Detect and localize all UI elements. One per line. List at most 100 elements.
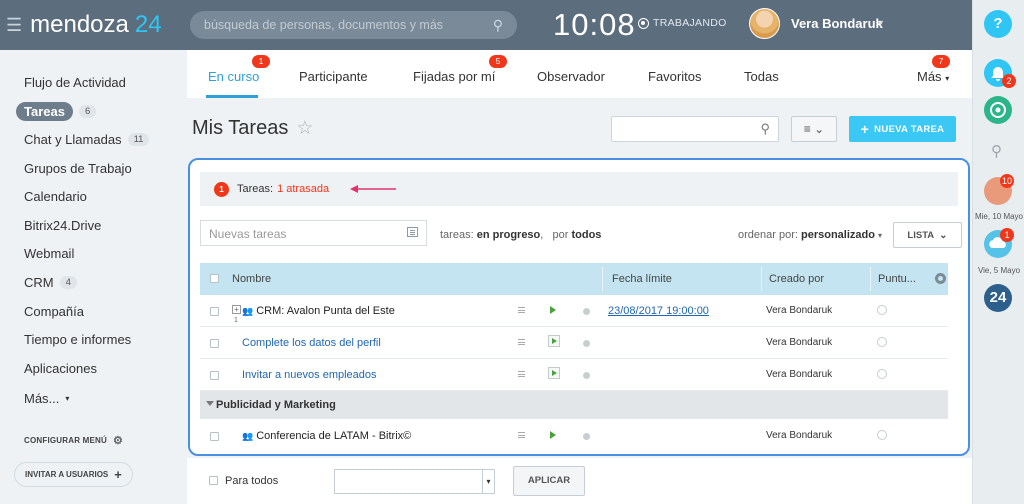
- menu-icon[interactable]: [518, 307, 525, 313]
- play-icon[interactable]: [550, 306, 556, 314]
- column-divider: [602, 267, 603, 291]
- play-icon[interactable]: [548, 367, 560, 379]
- filter-search-input[interactable]: ⚲: [611, 116, 779, 142]
- group-header[interactable]: Publicidad y Marketing: [200, 391, 948, 419]
- clock[interactable]: 10:08: [553, 7, 636, 43]
- sidebar-item-crm[interactable]: CRM 4: [24, 275, 77, 290]
- chevron-down-icon[interactable]: ▾: [482, 470, 494, 493]
- tab-in-progress[interactable]: En curso: [208, 69, 259, 84]
- chevron-down-icon[interactable]: ▼: [876, 18, 885, 28]
- sidebar-item-activity[interactable]: Flujo de Actividad: [24, 75, 126, 90]
- row-checkbox[interactable]: [210, 371, 219, 380]
- search-icon[interactable]: ⚲: [991, 142, 1002, 160]
- search-input[interactable]: búsqueda de personas, documentos y más ⚲: [190, 11, 517, 39]
- play-icon[interactable]: [548, 335, 560, 347]
- expand-icon[interactable]: +: [232, 305, 241, 314]
- chevron-down-icon[interactable]: [206, 401, 214, 406]
- row-checkbox[interactable]: [210, 432, 219, 441]
- sidebar-item-drive[interactable]: Bitrix24.Drive: [24, 218, 101, 233]
- apply-button[interactable]: APLICAR: [513, 466, 585, 496]
- deadline-link[interactable]: 23/08/2017 19:00:00: [608, 305, 709, 317]
- sidebar-item-calendar[interactable]: Calendario: [24, 189, 87, 204]
- top-bar: ☰ mendoza 24 búsqueda de personas, docum…: [0, 0, 972, 50]
- creator-name[interactable]: Vera Bondaruk: [766, 337, 832, 348]
- details-icon[interactable]: [407, 227, 418, 237]
- bitrix24-button[interactable]: 24: [984, 284, 1012, 312]
- for-all-checkbox[interactable]: [209, 476, 218, 485]
- invite-users-button[interactable]: INVITAR A USUARIOS +: [14, 462, 133, 487]
- creator-name[interactable]: Vera Bondaruk: [766, 430, 832, 441]
- sidebar-item-count: 6: [78, 105, 97, 118]
- menu-icon[interactable]: [518, 432, 525, 438]
- table-row[interactable]: + 1 👥 CRM: Avalon Punta del Este 23/08/20…: [200, 295, 948, 327]
- table-row[interactable]: Invitar a nuevos empleados Vera Bondaruk: [200, 359, 948, 391]
- task-name[interactable]: 👥 CRM: Avalon Punta del Este: [242, 305, 395, 317]
- menu-icon[interactable]: [518, 339, 525, 345]
- configure-menu-button[interactable]: CONFIGURAR MENÚ ⚙: [24, 434, 123, 447]
- task-name[interactable]: 👥 Conferencia de LATAM - Bitrix©: [242, 430, 411, 442]
- menu-icon[interactable]: [518, 371, 525, 377]
- tab-all[interactable]: Todas: [744, 69, 779, 84]
- tab-observer[interactable]: Observador: [537, 69, 605, 84]
- logo[interactable]: ☰ mendoza 24: [6, 11, 162, 39]
- tab-more[interactable]: Más ▾: [917, 69, 949, 84]
- help-button[interactable]: ?: [984, 10, 1012, 38]
- work-status[interactable]: TRABAJANDO: [638, 17, 727, 29]
- column-deadline[interactable]: Fecha límite: [612, 273, 672, 285]
- gear-icon[interactable]: [935, 273, 946, 284]
- task-name[interactable]: Complete los datos del perfil: [242, 337, 381, 349]
- search-icon[interactable]: ⚲: [493, 17, 503, 34]
- tab-participant[interactable]: Participante: [299, 69, 368, 84]
- play-icon[interactable]: [550, 431, 556, 439]
- cloud-button[interactable]: 1: [984, 228, 1014, 258]
- creator-name[interactable]: Vera Bondaruk: [766, 305, 832, 316]
- date-label: Mie, 10 Mayo: [974, 212, 1024, 221]
- user-avatar[interactable]: [749, 8, 780, 39]
- row-checkbox[interactable]: [210, 339, 219, 348]
- people-icon: 👥: [242, 431, 254, 441]
- view-mode-button[interactable]: ≡ ⌄: [791, 116, 837, 142]
- list-mode-button[interactable]: LISTA ⌄: [893, 222, 962, 248]
- filter-by-link[interactable]: todos: [571, 229, 601, 241]
- table-row[interactable]: 👥 Conferencia de LATAM - Bitrix© Vera Bon…: [200, 420, 948, 452]
- sidebar-item-applications[interactable]: Aplicaciones: [24, 361, 97, 376]
- search-icon[interactable]: ⚲: [760, 121, 770, 137]
- sidebar-item-webmail[interactable]: Webmail: [24, 246, 74, 261]
- hamburger-icon[interactable]: ☰: [6, 15, 22, 36]
- sidebar-item-time-reports[interactable]: Tiempo e informes: [24, 332, 131, 347]
- score-icon[interactable]: [877, 430, 887, 440]
- overdue-link[interactable]: 1 atrasada: [277, 183, 329, 195]
- score-icon[interactable]: [877, 337, 887, 347]
- sidebar-item-tasks[interactable]: Tareas 6: [16, 102, 97, 121]
- row-checkbox[interactable]: [210, 307, 219, 316]
- open-lines-button[interactable]: [984, 96, 1012, 124]
- new-task-button[interactable]: + NUEVA TAREA: [849, 116, 956, 142]
- column-score[interactable]: Puntu...: [878, 273, 916, 285]
- action-select[interactable]: ▾: [334, 469, 495, 494]
- status-dot: [583, 308, 590, 315]
- date-label: Vie, 5 Mayo: [977, 266, 1021, 275]
- score-icon[interactable]: [877, 369, 887, 379]
- user-name[interactable]: Vera Bondaruk: [791, 16, 883, 31]
- order-value-link[interactable]: personalizado: [801, 229, 875, 241]
- tasks-panel: 1 Tareas: 1 atrasada Nuevas tareas tarea…: [188, 158, 970, 456]
- table-row[interactable]: Complete los datos del perfil Vera Bonda…: [200, 327, 948, 359]
- notifications-button[interactable]: 2: [984, 59, 1016, 88]
- contact-avatar[interactable]: 10: [984, 174, 1015, 205]
- tab-set-by-me[interactable]: Fijadas por mí: [413, 69, 495, 84]
- column-name[interactable]: Nombre: [232, 273, 271, 285]
- select-all-checkbox[interactable]: [210, 274, 219, 283]
- list-view-icon: ≡ ⌄: [803, 122, 825, 136]
- creator-name[interactable]: Vera Bondaruk: [766, 369, 832, 380]
- sidebar-item-more[interactable]: Más... ▾: [24, 391, 69, 406]
- tab-favorites[interactable]: Favoritos: [648, 69, 701, 84]
- sidebar-item-company[interactable]: Compañía: [24, 304, 84, 319]
- sidebar-item-groups[interactable]: Grupos de Trabajo: [24, 161, 132, 176]
- star-icon[interactable]: ☆: [296, 117, 313, 140]
- filter-status-link[interactable]: en progreso: [477, 229, 541, 241]
- score-icon[interactable]: [877, 305, 887, 315]
- sidebar-item-chat[interactable]: Chat y Llamadas 11: [24, 132, 150, 147]
- column-creator[interactable]: Creado por: [769, 273, 824, 285]
- task-name[interactable]: Invitar a nuevos empleados: [242, 369, 377, 381]
- quick-task-input[interactable]: Nuevas tareas: [200, 220, 427, 246]
